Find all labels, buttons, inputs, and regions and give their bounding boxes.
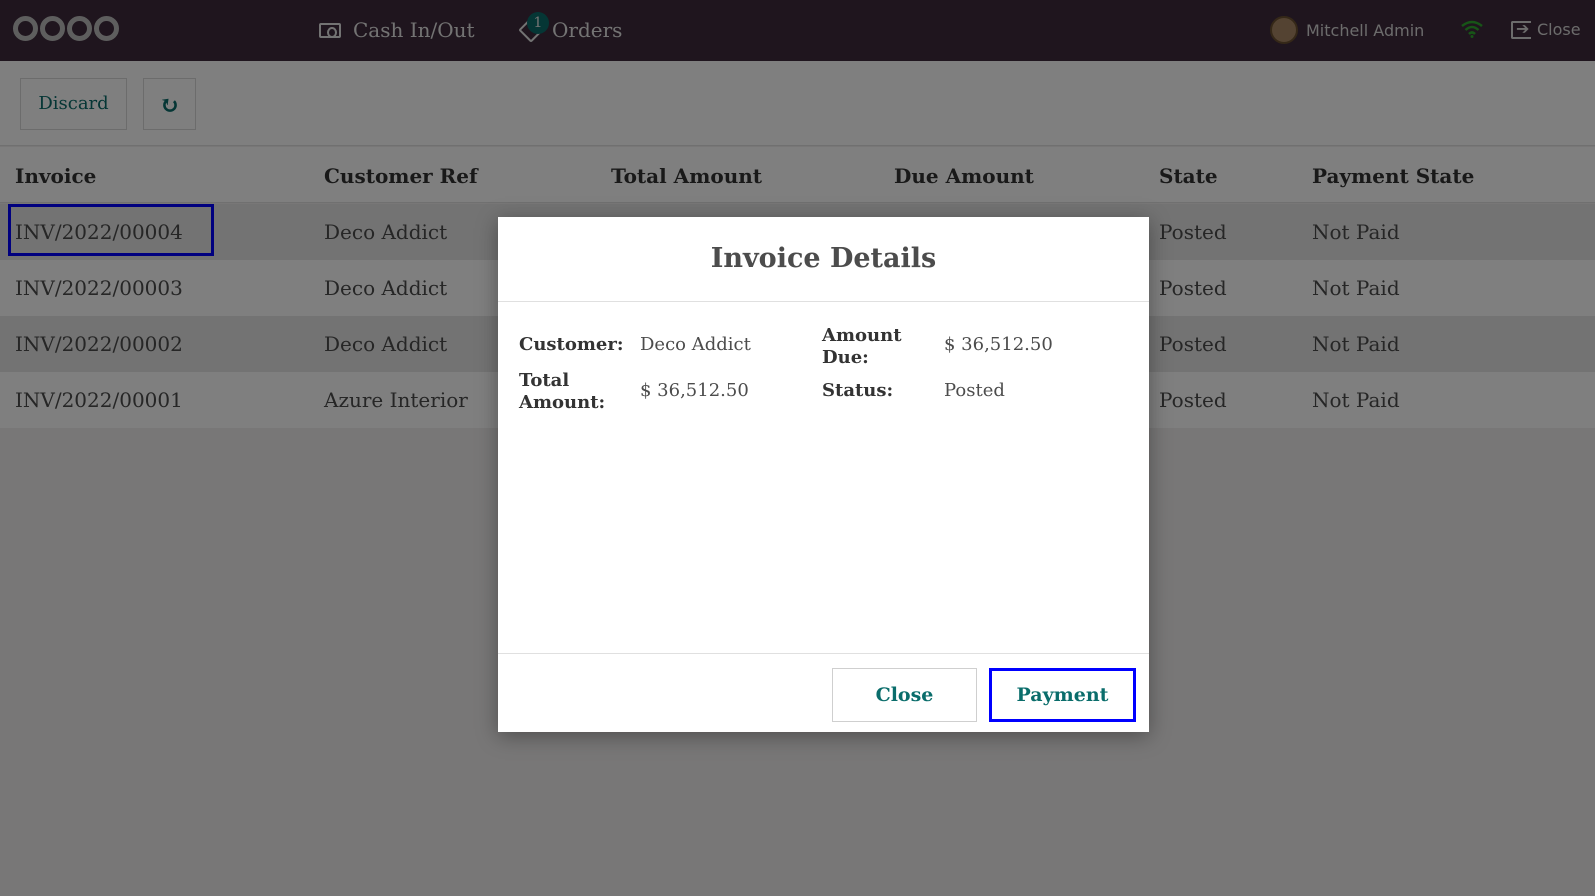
close-button[interactable]: Close — [832, 668, 977, 722]
modal-header: Invoice Details — [498, 217, 1149, 302]
modal-title: Invoice Details — [710, 243, 937, 274]
status-label: Status: — [822, 380, 894, 401]
payment-button[interactable]: Payment — [989, 668, 1136, 722]
amount-due-label: Amount Due: — [822, 325, 902, 368]
amount-due-value: $ 36,512.50 — [944, 334, 1053, 355]
customer-value: Deco Addict — [640, 334, 751, 355]
total-amount-label: Total Amount: — [519, 370, 606, 413]
status-value: Posted — [944, 380, 1005, 401]
invoice-details-modal: Invoice Details Customer: Deco Addict To… — [498, 217, 1149, 732]
total-amount-value: $ 36,512.50 — [640, 380, 749, 401]
customer-label: Customer: — [519, 334, 624, 355]
modal-footer: Close Payment — [498, 653, 1149, 732]
